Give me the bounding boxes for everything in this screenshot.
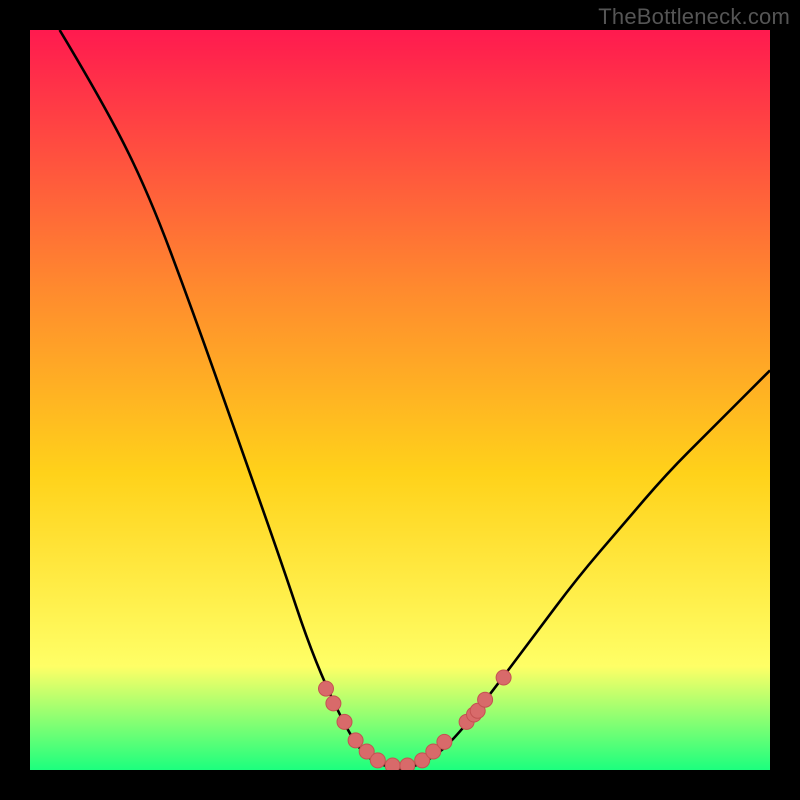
brand-watermark: TheBottleneck.com [598,4,790,30]
chart-container: TheBottleneck.com [0,0,800,800]
data-marker [370,753,385,768]
data-marker [337,714,352,729]
plot-area [30,30,770,770]
data-marker [496,670,511,685]
data-marker [326,696,341,711]
gradient-background [30,30,770,770]
chart-svg [30,30,770,770]
data-marker [478,692,493,707]
data-marker [400,758,415,770]
data-marker [385,758,400,770]
data-marker [437,734,452,749]
data-marker [348,733,363,748]
data-marker [319,681,334,696]
